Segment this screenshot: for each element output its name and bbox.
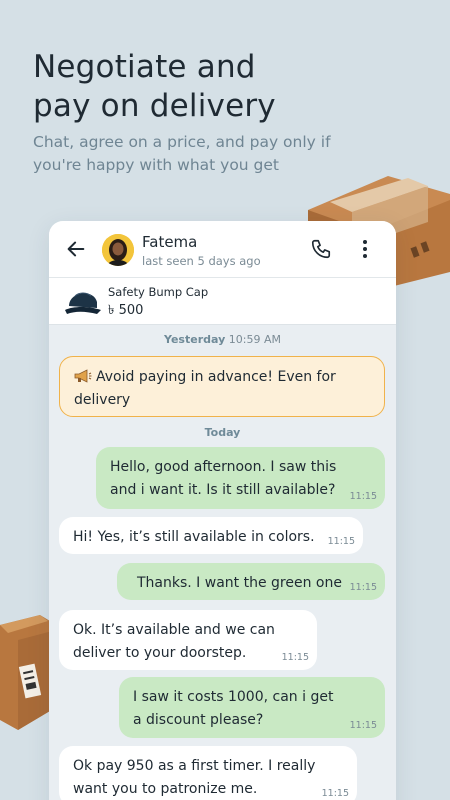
message-line: I saw it costs 1000, can i get bbox=[133, 689, 334, 705]
contact-name[interactable]: Fatema bbox=[142, 233, 197, 251]
message-line: Hi! Yes, it’s still available in colors. bbox=[73, 529, 315, 545]
message-line: a discount please? bbox=[133, 712, 264, 728]
message-line: Ok. It’s available and we can bbox=[73, 622, 275, 638]
avatar[interactable] bbox=[102, 234, 134, 266]
last-seen-status: last seen 5 days ago bbox=[142, 254, 261, 268]
message-bubble-incoming[interactable]: Ok pay 950 as a first timer. I really wa… bbox=[59, 746, 357, 800]
date-separator-yesterday: Yesterday 10:59 AM bbox=[49, 333, 396, 346]
message-bubble-outgoing[interactable]: Hello, good afternoon. I saw this and i … bbox=[96, 447, 385, 509]
promo-headline: Negotiate and pay on delivery bbox=[33, 48, 423, 126]
message-line: and i want it. Is it still available? bbox=[110, 482, 336, 498]
message-bubble-outgoing[interactable]: Thanks. I want the green one 11:15 bbox=[117, 563, 385, 600]
product-price: ৳ 500 bbox=[108, 303, 144, 318]
chat-screen: Fatema last seen 5 days ago Safety Bump … bbox=[49, 221, 396, 800]
warning-text-1: Avoid paying in advance! Even for bbox=[96, 369, 336, 385]
message-bubble-outgoing[interactable]: I saw it costs 1000, can i get a discoun… bbox=[119, 677, 385, 738]
message-time: 11:15 bbox=[349, 720, 377, 731]
message-bubble-incoming[interactable]: Hi! Yes, it’s still available in colors.… bbox=[59, 517, 363, 554]
message-time: 11:15 bbox=[349, 582, 377, 593]
warning-line-1: Avoid paying in advance! Even for bbox=[74, 366, 370, 389]
message-line: Hello, good afternoon. I saw this bbox=[110, 459, 337, 475]
product-name: Safety Bump Cap bbox=[108, 285, 209, 299]
megaphone-icon bbox=[74, 369, 92, 383]
message-line: Thanks. I want the green one bbox=[137, 575, 342, 591]
date-time: 10:59 AM bbox=[228, 333, 281, 346]
safety-warning-banner: Avoid paying in advance! Even for delive… bbox=[59, 356, 385, 417]
product-summary[interactable]: Safety Bump Cap ৳ 500 bbox=[49, 278, 396, 325]
headline-line-2: pay on delivery bbox=[33, 88, 276, 124]
chat-header: Fatema last seen 5 days ago bbox=[49, 221, 396, 278]
subline-line-1: Chat, agree on a price, and pay only if bbox=[33, 133, 331, 151]
date-separator-today: Today bbox=[49, 426, 396, 439]
message-bubble-incoming[interactable]: Ok. It’s available and we can deliver to… bbox=[59, 610, 317, 670]
person-avatar-icon bbox=[102, 234, 134, 266]
date-label: Today bbox=[204, 426, 241, 439]
more-vertical-icon[interactable] bbox=[357, 238, 373, 260]
message-time: 11:15 bbox=[349, 491, 377, 502]
message-time: 11:15 bbox=[327, 536, 355, 547]
headline-line-1: Negotiate and bbox=[33, 49, 256, 85]
message-time: 11:15 bbox=[281, 652, 309, 663]
message-time: 11:15 bbox=[321, 788, 349, 799]
message-line: want you to patronize me. bbox=[73, 781, 258, 797]
promo-subline: Chat, agree on a price, and pay only if … bbox=[33, 131, 423, 177]
message-line: Ok pay 950 as a first timer. I really bbox=[73, 758, 316, 774]
cap-product-image bbox=[65, 292, 101, 314]
warning-line-2: delivery bbox=[74, 392, 131, 408]
phone-icon[interactable] bbox=[310, 238, 332, 260]
date-label: Yesterday bbox=[164, 333, 226, 346]
arrow-left-icon[interactable] bbox=[65, 238, 87, 260]
message-line: deliver to your doorstep. bbox=[73, 645, 247, 661]
